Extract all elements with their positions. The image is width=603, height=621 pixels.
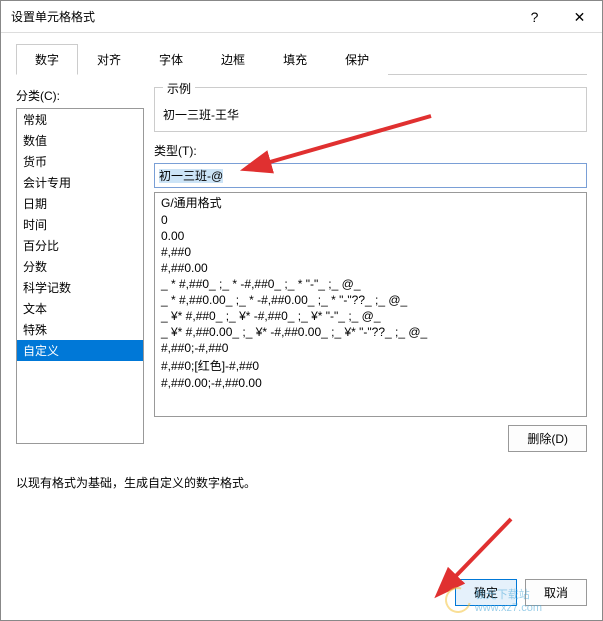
close-icon: ✕ [574, 9, 586, 26]
tab-strip: 数字 对齐 字体 边框 填充 保护 [16, 43, 587, 75]
category-item[interactable]: 自定义 [17, 340, 143, 361]
format-item[interactable]: 0 [155, 212, 586, 228]
help-text: 以现有格式为基础，生成自定义的数字格式。 [16, 474, 587, 491]
tab-number[interactable]: 数字 [16, 44, 78, 75]
tab-label: 填充 [283, 53, 307, 67]
format-item[interactable]: #,##0.00;-#,##0.00 [155, 375, 586, 391]
category-item[interactable]: 日期 [17, 193, 143, 214]
tab-fill[interactable]: 填充 [264, 44, 326, 75]
tab-border[interactable]: 边框 [202, 44, 264, 75]
format-item[interactable]: #,##0.00 [155, 260, 586, 276]
format-item[interactable]: _ ¥* #,##0.00_ ;_ ¥* -#,##0.00_ ;_ ¥* "-… [155, 324, 586, 340]
tab-label: 字体 [159, 53, 183, 67]
format-item[interactable]: _ ¥* #,##0_ ;_ ¥* -#,##0_ ;_ ¥* "-"_ ;_ … [155, 308, 586, 324]
category-item[interactable]: 常规 [17, 109, 143, 130]
close-button[interactable]: ✕ [557, 1, 602, 33]
titlebar: 设置单元格格式 ? ✕ [1, 1, 602, 33]
help-icon: ? [531, 9, 539, 25]
ok-button[interactable]: 确定 [455, 579, 517, 606]
category-item[interactable]: 数值 [17, 130, 143, 151]
dialog-content: 数字 对齐 字体 边框 填充 保护 分类(C): 常规数值货币会计专用日期时间百… [1, 33, 602, 491]
tab-label: 数字 [35, 53, 59, 67]
sample-legend: 示例 [163, 80, 195, 97]
titlebar-controls: ? ✕ [512, 1, 602, 32]
type-input-value: 初一三班-@ [159, 169, 223, 183]
category-item[interactable]: 百分比 [17, 235, 143, 256]
help-button[interactable]: ? [512, 1, 557, 33]
tab-label: 边框 [221, 53, 245, 67]
format-item[interactable]: 0.00 [155, 228, 586, 244]
delete-button[interactable]: 删除(D) [508, 425, 587, 452]
dialog-title: 设置单元格格式 [11, 8, 95, 25]
delete-button-label: 删除(D) [527, 432, 568, 446]
category-item[interactable]: 时间 [17, 214, 143, 235]
category-item[interactable]: 货币 [17, 151, 143, 172]
category-item[interactable]: 分数 [17, 256, 143, 277]
cancel-button[interactable]: 取消 [525, 579, 587, 606]
main-row: 分类(C): 常规数值货币会计专用日期时间百分比分数科学记数文本特殊自定义 示例… [16, 87, 587, 452]
format-item[interactable]: #,##0;-#,##0 [155, 340, 586, 356]
category-column: 分类(C): 常规数值货币会计专用日期时间百分比分数科学记数文本特殊自定义 [16, 87, 144, 452]
category-item[interactable]: 科学记数 [17, 277, 143, 298]
tab-label: 对齐 [97, 53, 121, 67]
category-label: 分类(C): [16, 87, 144, 104]
category-item[interactable]: 特殊 [17, 319, 143, 340]
category-item[interactable]: 会计专用 [17, 172, 143, 193]
sample-value: 初一三班-王华 [163, 106, 578, 123]
format-item[interactable]: _ * #,##0_ ;_ * -#,##0_ ;_ * "-"_ ;_ @_ [155, 276, 586, 292]
ok-button-label: 确定 [474, 586, 498, 600]
tab-label: 保护 [345, 53, 369, 67]
format-item[interactable]: _ * #,##0.00_ ;_ * -#,##0.00_ ;_ * "-"??… [155, 292, 586, 308]
format-list[interactable]: G/通用格式00.00#,##0#,##0.00_ * #,##0_ ;_ * … [154, 192, 587, 417]
delete-row: 删除(D) [154, 425, 587, 452]
category-list[interactable]: 常规数值货币会计专用日期时间百分比分数科学记数文本特殊自定义 [16, 108, 144, 444]
tab-font[interactable]: 字体 [140, 44, 202, 75]
category-item[interactable]: 文本 [17, 298, 143, 319]
type-input[interactable]: 初一三班-@ [154, 163, 587, 188]
tab-alignment[interactable]: 对齐 [78, 44, 140, 75]
cancel-button-label: 取消 [544, 586, 568, 600]
sample-box: 示例 初一三班-王华 [154, 87, 587, 132]
dialog-buttons: 确定 取消 [455, 579, 587, 606]
type-label: 类型(T): [154, 142, 587, 159]
tab-protection[interactable]: 保护 [326, 44, 388, 75]
format-item[interactable]: G/通用格式 [155, 193, 586, 212]
format-item[interactable]: #,##0;[红色]-#,##0 [155, 356, 586, 375]
format-item[interactable]: #,##0 [155, 244, 586, 260]
detail-column: 示例 初一三班-王华 类型(T): 初一三班-@ G/通用格式00.00#,##… [154, 87, 587, 452]
